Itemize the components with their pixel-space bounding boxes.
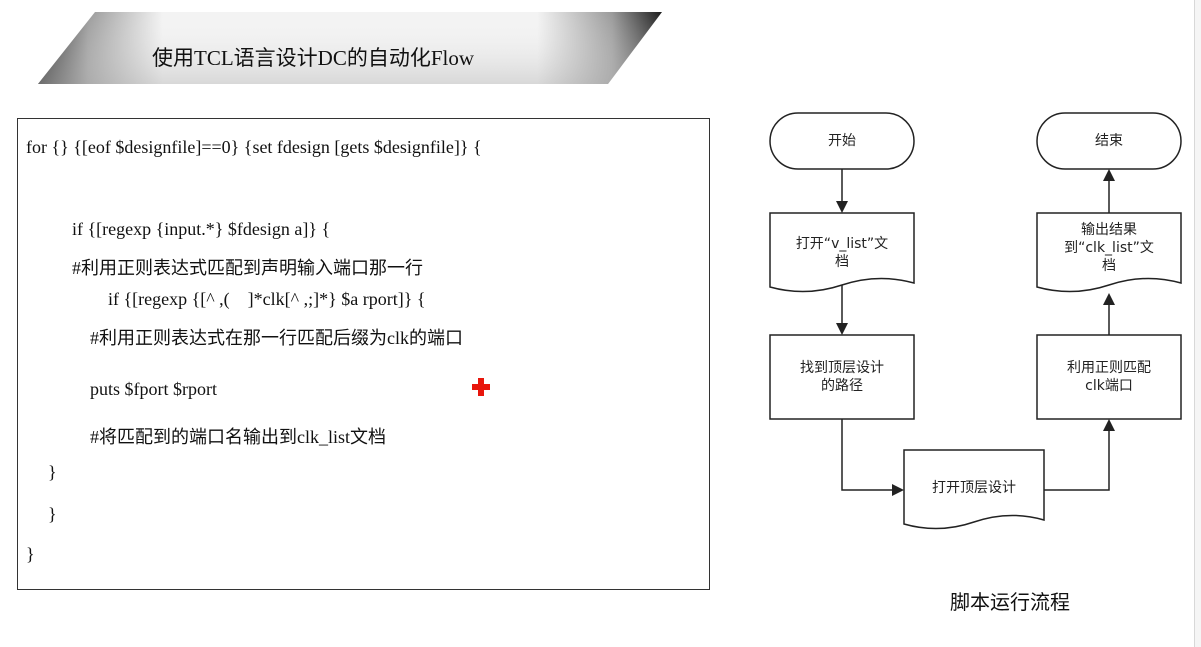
code-line: }: [26, 544, 35, 564]
code-block: for {} {[eof $designfile]==0} {set fdesi…: [17, 118, 710, 590]
code-line: }: [48, 462, 57, 482]
code-line: }: [48, 504, 57, 524]
code-line: if {[regexp {input.*} $fdesign a]} {: [72, 219, 331, 239]
code-line: for {} {[eof $designfile]==0} {set fdesi…: [26, 137, 482, 157]
flow-open-vlist: 打开“v_list”文: [795, 236, 889, 252]
scrollbar[interactable]: [1194, 0, 1201, 647]
flow-output-line2: 到“clk_list”文: [1064, 240, 1154, 256]
code-line: if {[regexp {[^ ,( ]*clk[^ ,;]*} $a rpor…: [108, 289, 426, 309]
flow-find-path-line2: 的路径: [821, 378, 863, 394]
title-banner: 使用TCL语言设计DC的自动化Flow: [30, 8, 670, 88]
flow-match-clk: 利用正则匹配: [1067, 360, 1151, 376]
code-line: #利用正则表达式匹配到声明输入端口那一行: [72, 258, 423, 278]
flowchart: 开始 结束 打开“v_list”文 档 找到顶层设计 的路径 打开顶层设计 利用…: [740, 95, 1200, 555]
code-line: #利用正则表达式在那一行匹配后缀为clk的端口: [90, 328, 463, 348]
flow-match-clk-line2: clk端口: [1085, 378, 1133, 394]
flow-find-path: 找到顶层设计: [800, 360, 884, 376]
flowchart-caption: 脚本运行流程: [950, 590, 1070, 614]
pointer-cursor-icon: [472, 378, 490, 396]
flow-open-top: 打开顶层设计: [932, 480, 1016, 496]
flow-output: 输出结果: [1081, 222, 1137, 238]
page-title: 使用TCL语言设计DC的自动化Flow: [152, 46, 475, 70]
flow-end: 结束: [1095, 133, 1123, 149]
code-line: #将匹配到的端口名输出到clk_list文档: [90, 427, 386, 447]
code-line: puts $fport $rport: [90, 379, 217, 399]
flow-open-vlist-line2: 档: [835, 254, 849, 270]
flow-start: 开始: [828, 133, 856, 149]
flow-output-line3: 档: [1102, 258, 1116, 274]
